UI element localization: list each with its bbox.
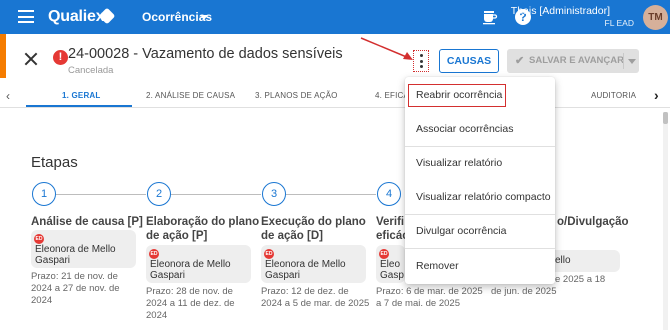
owner-name: ello: [555, 255, 571, 266]
owner-badge: ED: [34, 234, 44, 244]
more-vert-icon[interactable]: [413, 50, 429, 72]
deadline-text: Prazo: 21 de nov. de 2024 a 27 de nov. de…: [31, 271, 120, 306]
owner-badge: ED: [264, 249, 274, 259]
deadline-text: de jun. de 2025: [491, 286, 557, 297]
annotation-highlight-box: [408, 84, 506, 107]
owner-name: Eleonora de Mello Gaspari: [265, 259, 346, 281]
tab-bar: ‹ 1. GERAL 2. ANÁLISE DE CAUSA 3. PLANOS…: [0, 84, 670, 108]
tab-analise-de-causa[interactable]: 2. ANÁLISE DE CAUSA: [146, 91, 235, 100]
button-divider: [623, 53, 624, 69]
chevron-left-icon[interactable]: ‹: [6, 89, 10, 103]
chevron-down-icon[interactable]: [628, 59, 636, 64]
causas-button[interactable]: CAUSAS: [439, 49, 499, 73]
app-logo[interactable]: Qualiex: [48, 8, 105, 26]
deadline-text: Prazo: 28 de nov. de 2024 a 11 de dez. de…: [146, 286, 235, 321]
step-connector: [171, 194, 261, 195]
deadline-text: Prazo: 12 de dez. de 2024 a 5 de mar. de …: [261, 286, 370, 309]
menu-item-associar-ocorrencias[interactable]: Associar ocorrências: [405, 112, 555, 146]
step-title: Verifi eficác: [376, 216, 409, 242]
tab-auditoria[interactable]: AUDITORIA: [591, 91, 636, 100]
menu-item-visualizar-relatorio-compacto[interactable]: Visualizar relatório compacto: [405, 180, 555, 214]
section-title: Etapas: [31, 154, 78, 171]
chevron-right-icon[interactable]: ›: [654, 87, 659, 103]
owner-badge: ED: [379, 249, 389, 259]
step-title: o/Divulgação: [557, 216, 629, 228]
step-title: Execução do plano de ação [D]: [261, 216, 366, 242]
owner-chip: ED Eleonora de Mello Gaspari: [31, 230, 136, 268]
menu-item-remover[interactable]: Remover: [405, 249, 555, 283]
step-number: 2: [147, 182, 171, 206]
owner-name: Eleonora de Mello Gaspari: [150, 259, 231, 281]
more-actions-menu: Reabrir ocorrência Associar ocorrências …: [405, 77, 555, 284]
step-title: Elaboração do plano de ação [P]: [146, 216, 260, 242]
hamburger-icon[interactable]: [18, 10, 34, 23]
owner-name: Eleo Gasp: [380, 259, 404, 281]
step-title: Análise de causa [P]: [31, 216, 143, 228]
close-icon[interactable]: [24, 52, 38, 66]
owner-chip: ED Eleonora de Mello Gaspari: [146, 245, 251, 283]
alert-icon: !: [53, 50, 68, 65]
tab-geral[interactable]: 1. GERAL: [62, 91, 101, 100]
owner-badge: ED: [149, 249, 159, 259]
scrollbar[interactable]: [663, 112, 668, 330]
menu-item-divulgar-ocorrencia[interactable]: Divulgar ocorrência: [405, 214, 555, 248]
step-connector: [286, 194, 376, 195]
check-icon: ✔: [515, 55, 525, 67]
step-number: 4: [377, 182, 401, 206]
owner-chip: ED Eleo Gasp: [376, 245, 405, 283]
save-and-advance-button[interactable]: ✔ SALVAR E AVANÇAR: [507, 49, 639, 73]
user-name[interactable]: Thais [Administrador]: [511, 5, 610, 17]
step-connector: [56, 194, 146, 195]
deadline-text: e 2025 a 18: [555, 274, 606, 285]
menu-item-visualizar-relatorio[interactable]: Visualizar relatório: [405, 146, 555, 180]
owner-chip: ello: [555, 250, 620, 272]
user-unit: FL EAD: [604, 18, 634, 28]
tab-eficacia[interactable]: 4. EFICÁ: [375, 91, 409, 100]
owner-name: Eleonora de Mello Gaspari: [35, 244, 116, 266]
status-accent-strip: [0, 34, 6, 78]
chevron-down-icon[interactable]: [200, 15, 208, 20]
deadline-text: Prazo: 6 de mar. de 2025 a 7 de mai. de 2…: [376, 286, 483, 309]
status-text: Cancelada: [68, 65, 114, 76]
scrollbar-thumb[interactable]: [663, 112, 668, 124]
avatar[interactable]: TM: [643, 5, 668, 30]
page-title: 24-00028 - Vazamento de dados sensíveis: [68, 46, 343, 62]
save-and-advance-label: SALVAR E AVANÇAR: [529, 55, 624, 66]
tab-planos-de-acao[interactable]: 3. PLANOS DE AÇÃO: [255, 91, 338, 100]
owner-chip: ED Eleonora de Mello Gaspari: [261, 245, 366, 283]
step-number: 3: [262, 182, 286, 206]
step-number: 1: [32, 182, 56, 206]
coffee-cup-icon[interactable]: [482, 9, 498, 25]
active-tab-indicator: [26, 105, 132, 107]
app-bar: Qualiex Ocorrências ? Thais [Administrad…: [0, 0, 670, 34]
